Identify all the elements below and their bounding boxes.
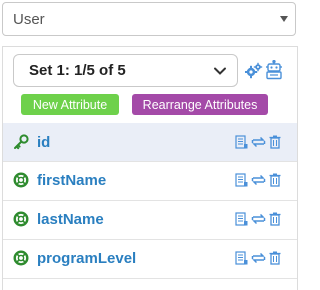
- caret-down-icon: [280, 16, 288, 22]
- row-divider: [3, 278, 297, 279]
- attribute-row-id[interactable]: id: [3, 123, 297, 161]
- rearrange-attributes-button[interactable]: Rearrange Attributes: [132, 94, 268, 115]
- trash-icon[interactable]: [269, 251, 281, 265]
- attributes-panel: Set 1: 1/5 of 5 New Attribute Rearrange …: [2, 46, 298, 290]
- details-icon[interactable]: [235, 251, 248, 265]
- row-actions: [235, 251, 281, 265]
- set-select[interactable]: Set 1: 1/5 of 5: [13, 54, 238, 87]
- swap-icon[interactable]: [251, 212, 266, 226]
- trash-icon[interactable]: [269, 212, 281, 226]
- row-actions: [235, 212, 281, 226]
- chevron-down-icon: [214, 67, 226, 75]
- lifebuoy-icon: [13, 250, 29, 266]
- gears-icon[interactable]: [245, 62, 263, 80]
- attribute-name[interactable]: lastName: [37, 211, 104, 228]
- attribute-name[interactable]: programLevel: [37, 250, 136, 267]
- attribute-name[interactable]: id: [37, 134, 50, 151]
- attribute-row-firstName[interactable]: firstName: [3, 161, 297, 199]
- row-actions: [235, 135, 281, 149]
- trash-icon[interactable]: [269, 135, 281, 149]
- attribute-row-programLevel[interactable]: programLevel: [3, 239, 297, 277]
- entity-select-value: User: [13, 10, 45, 28]
- new-attribute-button[interactable]: New Attribute: [21, 94, 119, 115]
- details-icon[interactable]: [235, 173, 248, 187]
- attribute-row-lastName[interactable]: lastName: [3, 200, 297, 238]
- lifebuoy-icon: [13, 172, 29, 188]
- details-icon[interactable]: [235, 135, 248, 149]
- entity-select[interactable]: User: [2, 2, 296, 36]
- key-icon: [14, 134, 29, 150]
- robot-icon[interactable]: [265, 60, 283, 80]
- lifebuoy-icon: [13, 211, 29, 227]
- swap-icon[interactable]: [251, 173, 266, 187]
- attribute-name[interactable]: firstName: [37, 172, 106, 189]
- set-select-value: Set 1: 1/5 of 5: [29, 62, 126, 79]
- row-actions: [235, 173, 281, 187]
- swap-icon[interactable]: [251, 251, 266, 265]
- details-icon[interactable]: [235, 212, 248, 226]
- swap-icon[interactable]: [251, 135, 266, 149]
- trash-icon[interactable]: [269, 173, 281, 187]
